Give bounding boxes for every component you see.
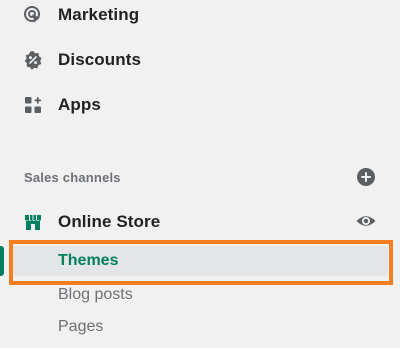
plus-circle-icon[interactable] [356,167,376,187]
section-title: Sales channels [24,170,121,185]
sub-item-blog-posts[interactable]: Blog posts [0,280,400,310]
sales-channels-header: Sales channels [0,164,400,192]
nav-item-online-store[interactable]: Online Store [0,202,400,242]
sub-item-label: Blog posts [58,286,133,303]
apps-icon [22,94,44,116]
nav-item-apps[interactable]: Apps [0,85,400,125]
nav-item-label: Apps [58,95,101,114]
nav-item-marketing[interactable]: Marketing [0,0,400,35]
eye-icon[interactable] [355,210,377,232]
sub-item-pages[interactable]: Pages [0,312,400,342]
store-icon [22,211,44,233]
sub-item-label: Pages [58,318,104,335]
nav-item-discounts[interactable]: Discounts [0,40,400,80]
nav-item-label: Discounts [58,50,142,69]
sub-item-label: Themes [58,252,119,269]
target-icon [22,4,44,26]
nav-item-label: Marketing [58,5,140,24]
sub-item-themes[interactable]: Themes [0,246,400,276]
discount-icon [22,49,44,71]
nav-item-label: Online Store [58,212,161,231]
